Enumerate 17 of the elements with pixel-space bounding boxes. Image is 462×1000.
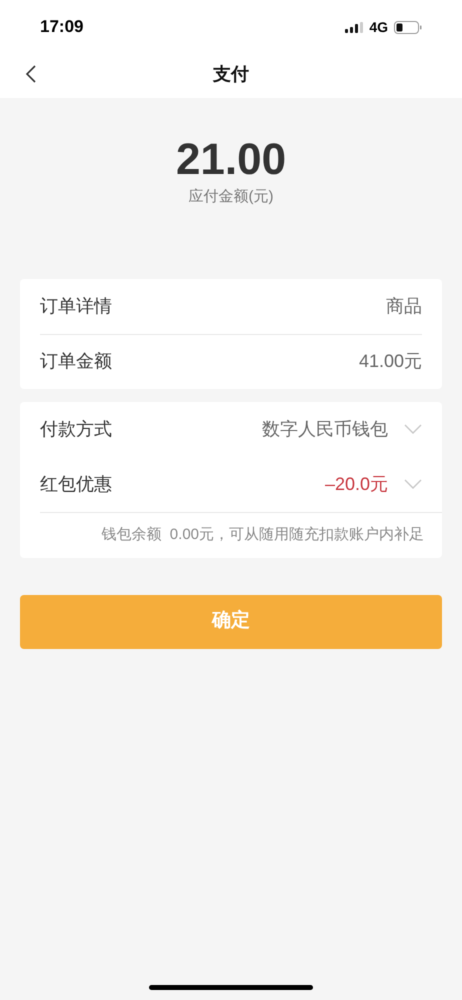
battery-icon	[394, 20, 422, 34]
network-label: 4G	[369, 18, 388, 36]
page-title: 支付	[213, 62, 249, 86]
chevron-down-icon	[404, 479, 422, 489]
row-label: 订单详情	[40, 294, 112, 318]
back-icon	[24, 65, 36, 83]
dropdown-row[interactable]: 红包优惠 –20.0元	[40, 456, 442, 512]
row-value: 41.00元	[358, 350, 422, 373]
balance-note: 钱包余额 0.00元，可从随用随充扣款账户内补足	[101, 524, 424, 545]
amount-label: 应付金额(元)	[188, 187, 274, 207]
status-time: 17:09	[40, 16, 84, 38]
dropdown-row[interactable]: 付款方式 数字人民币钱包	[40, 402, 442, 456]
signal-icon	[345, 22, 364, 32]
amount-value: 21.00	[176, 134, 286, 186]
row-label: 订单金额	[40, 350, 112, 373]
row-value: 商品	[386, 294, 422, 318]
chevron-down-icon	[404, 424, 422, 434]
